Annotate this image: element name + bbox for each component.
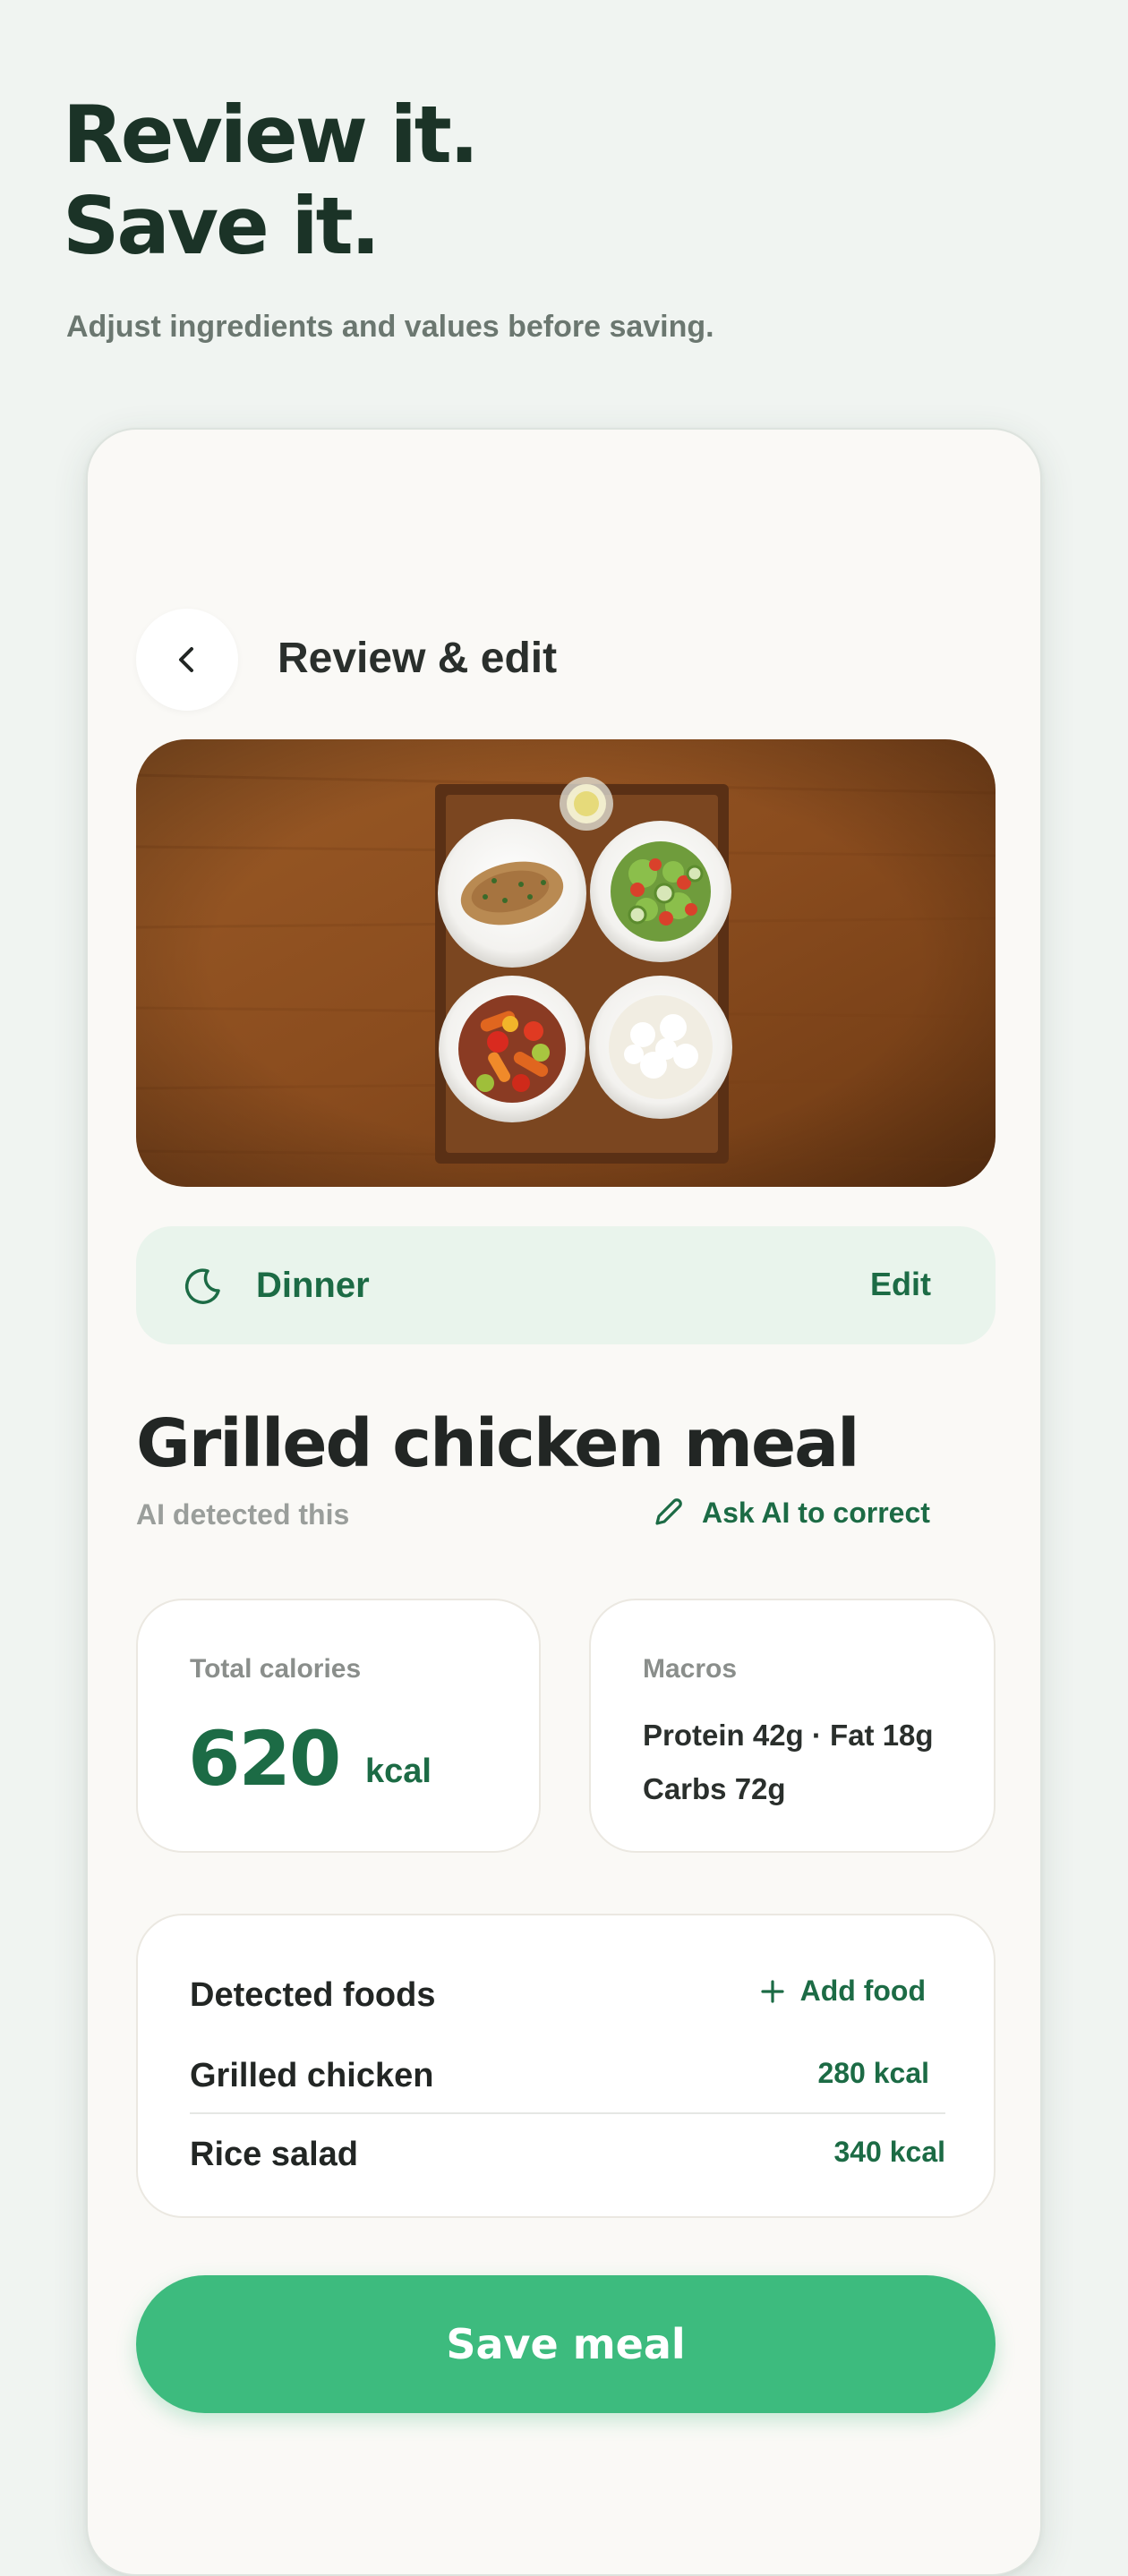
calories-value: 620: [188, 1715, 341, 1803]
macros-line2: Carbs 72g: [643, 1772, 786, 1805]
meal-type-label: Dinner: [256, 1266, 370, 1305]
meal-title: Grilled chicken meal: [136, 1405, 859, 1482]
back-button[interactable]: [136, 609, 238, 711]
food-kcal: 280 kcal: [817, 2057, 929, 2089]
screen-title: Review & edit: [278, 635, 558, 682]
hero-title: Review it. Save it.: [63, 90, 714, 272]
calories-card: Total calories 620 kcal: [136, 1599, 541, 1853]
hero: Review it. Save it. Adjust ingredients a…: [63, 90, 714, 345]
calories-label: Total calories: [190, 1654, 362, 1684]
save-meal-button[interactable]: Save meal: [136, 2275, 996, 2413]
hero-title-line2: Save it.: [63, 180, 380, 272]
meal-type-pill[interactable]: Dinner Edit: [136, 1226, 996, 1344]
moon-icon: [184, 1268, 220, 1304]
food-row[interactable]: Grilled chicken 280 kcal: [190, 2046, 945, 2114]
detected-foods-card: Detected foods Add food Grilled chicken …: [136, 1914, 996, 2218]
food-name: Grilled chicken: [190, 2057, 434, 2094]
chevron-left-icon: [179, 647, 193, 672]
add-food-label: Add food: [799, 1975, 926, 2007]
macros-label: Macros: [643, 1654, 738, 1684]
food-row[interactable]: Rice salad 340 kcal: [190, 2125, 945, 2193]
ask-ai-label: Ask AI to correct: [702, 1496, 930, 1529]
macros-line1: Protein 42g · Fat 18g: [643, 1719, 934, 1752]
ai-detected-note: AI detected this: [136, 1498, 350, 1531]
phone-frame: Review & edit Dinner Edit Grilled chicke…: [86, 428, 1042, 2576]
edit-meal-type-button[interactable]: Edit: [870, 1266, 931, 1303]
pencil-icon: [655, 1498, 682, 1525]
hero-subtitle: Adjust ingredients and values before sav…: [66, 310, 714, 344]
plus-icon: [761, 1979, 784, 2003]
food-name: Rice salad: [190, 2136, 358, 2173]
food-kcal: 340 kcal: [833, 2136, 945, 2168]
ask-ai-correct-button[interactable]: Ask AI to correct: [650, 1495, 930, 1531]
hero-title-line1: Review it.: [63, 89, 479, 181]
add-food-button[interactable]: Add food: [759, 1975, 926, 2008]
detected-foods-heading: Detected foods: [190, 1976, 436, 2014]
macros-card: Macros Protein 42g · Fat 18g Carbs 72g: [589, 1599, 996, 1853]
calories-unit: kcal: [365, 1753, 432, 1790]
meal-photo: [136, 739, 996, 1187]
